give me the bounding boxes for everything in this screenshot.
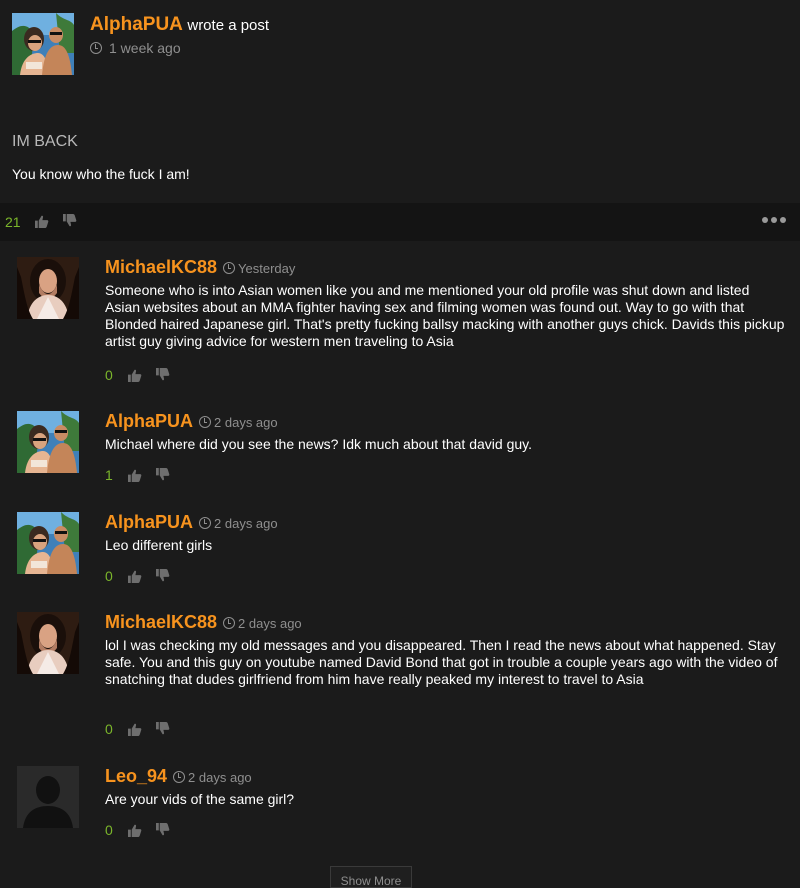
comment-header: AlphaPUA 2 days ago bbox=[105, 512, 278, 533]
post-action-text: wrote a post bbox=[187, 17, 270, 34]
comment-header: AlphaPUA 2 days ago bbox=[105, 411, 278, 432]
comment-timestamp: 2 days ago bbox=[199, 415, 278, 430]
thumbs-up-icon[interactable] bbox=[127, 570, 142, 583]
more-options-icon[interactable] bbox=[762, 217, 786, 223]
thumbs-down-icon[interactable] bbox=[155, 368, 170, 381]
comment-text: lol I was checking my old messages and y… bbox=[105, 637, 778, 687]
avatar[interactable] bbox=[12, 13, 74, 75]
avatar-image bbox=[17, 612, 79, 674]
post-title: IM BACK bbox=[12, 133, 78, 150]
comment-header: MichaelKC88 Yesterday bbox=[105, 257, 295, 278]
post-body: You know who the fuck I am! bbox=[12, 166, 190, 182]
comment-time-text: 2 days ago bbox=[238, 616, 302, 631]
avatar[interactable] bbox=[17, 766, 79, 828]
post-author-line: AlphaPUA wrote a post bbox=[90, 14, 269, 36]
comment-text: Leo different girls bbox=[105, 537, 213, 553]
comment-author-link[interactable]: AlphaPUA bbox=[105, 512, 193, 532]
comment-header: Leo_94 2 days ago bbox=[105, 766, 252, 787]
thumbs-up-icon[interactable] bbox=[127, 824, 142, 837]
comment-author-link[interactable]: Leo_94 bbox=[105, 766, 167, 786]
post-time-text: 1 week ago bbox=[109, 40, 181, 56]
clock-icon bbox=[223, 617, 236, 629]
comment-text: Someone who is into Asian women like you… bbox=[105, 282, 785, 349]
avatar-image bbox=[17, 411, 79, 473]
thumbs-down-icon[interactable] bbox=[155, 468, 170, 481]
thumbs-up-icon[interactable] bbox=[127, 369, 142, 382]
clock-icon bbox=[173, 771, 186, 783]
comment-time-text: 2 days ago bbox=[214, 516, 278, 531]
thumbs-down-icon[interactable] bbox=[62, 214, 77, 227]
comment-time-text: 2 days ago bbox=[214, 415, 278, 430]
comment-author-link[interactable]: AlphaPUA bbox=[105, 411, 193, 431]
avatar[interactable] bbox=[17, 257, 79, 319]
comment-author-link[interactable]: MichaelKC88 bbox=[105, 612, 217, 632]
thumbs-down-icon[interactable] bbox=[155, 823, 170, 836]
thumbs-up-icon[interactable] bbox=[34, 215, 49, 228]
comment-time-text: 2 days ago bbox=[188, 770, 252, 785]
post-vote-count: 21 bbox=[5, 214, 21, 230]
comment-timestamp: 2 days ago bbox=[173, 770, 252, 785]
avatar-image bbox=[12, 13, 74, 75]
comment-timestamp: 2 days ago bbox=[223, 616, 302, 631]
avatar[interactable] bbox=[17, 512, 79, 574]
clock-icon bbox=[199, 416, 212, 428]
thumbs-up-icon[interactable] bbox=[127, 723, 142, 736]
comment-vote-count: 0 bbox=[105, 822, 113, 838]
thumbs-up-icon[interactable] bbox=[127, 469, 142, 482]
comment-header: MichaelKC88 2 days ago bbox=[105, 612, 302, 633]
comment-timestamp: 2 days ago bbox=[199, 516, 278, 531]
comment-vote-count: 0 bbox=[105, 568, 113, 584]
clock-icon bbox=[90, 42, 102, 54]
comment-author-link[interactable]: MichaelKC88 bbox=[105, 257, 217, 277]
avatar-image bbox=[17, 257, 79, 319]
avatar[interactable] bbox=[17, 411, 79, 473]
comment-vote-count: 1 bbox=[105, 467, 113, 483]
clock-icon bbox=[223, 262, 236, 274]
comment-text: Are your vids of the same girl? bbox=[105, 791, 295, 807]
thumbs-down-icon[interactable] bbox=[155, 569, 170, 582]
avatar-image bbox=[17, 512, 79, 574]
default-avatar-icon bbox=[17, 766, 79, 828]
show-more-label: Show More bbox=[340, 874, 402, 888]
show-more-button[interactable]: Show More bbox=[330, 866, 412, 888]
avatar[interactable] bbox=[17, 612, 79, 674]
comment-timestamp: Yesterday bbox=[223, 261, 295, 276]
post-action-bar: 21 bbox=[0, 203, 800, 241]
post-author-link[interactable]: AlphaPUA bbox=[90, 14, 183, 35]
comment-vote-count: 0 bbox=[105, 721, 113, 737]
post-timestamp: 1 week ago bbox=[90, 40, 181, 56]
comment-vote-count: 0 bbox=[105, 367, 113, 383]
thumbs-down-icon[interactable] bbox=[155, 722, 170, 735]
clock-icon bbox=[199, 517, 212, 529]
comment-text: Michael where did you see the news? Idk … bbox=[105, 436, 532, 452]
comment-time-text: Yesterday bbox=[238, 261, 296, 276]
